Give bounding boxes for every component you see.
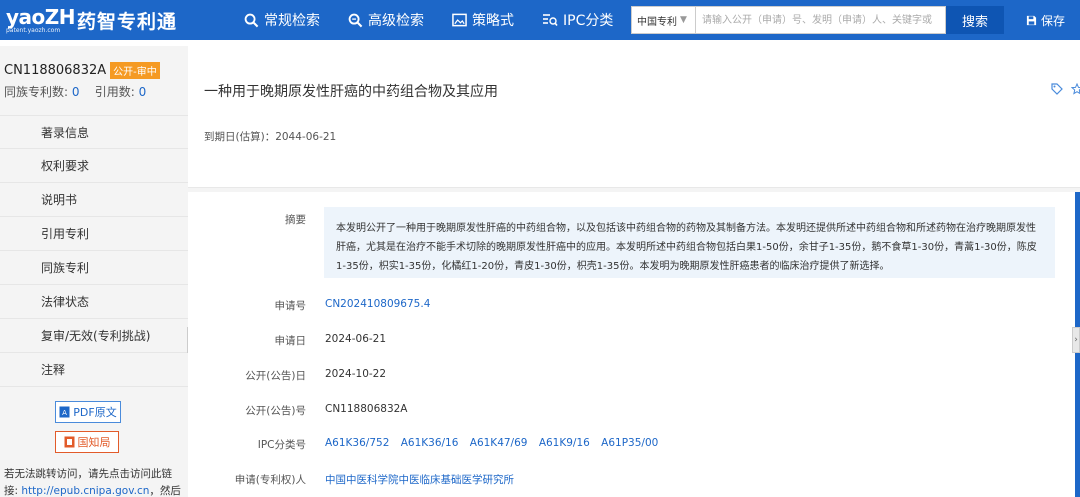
sidebar-item-legal-status[interactable]: 法律状态 <box>0 285 188 319</box>
save-button[interactable]: 保存 <box>1026 12 1065 29</box>
nav-label: IPC分类 <box>563 13 614 29</box>
nav-advanced-search[interactable]: 高级检索 <box>348 10 424 30</box>
patent-counts: 同族专利数: 0 引用数: 0 <box>4 85 147 99</box>
main-nav: 常规检索 高级检索 策略式 IPC分类 <box>244 0 641 40</box>
access-note: 若无法跳转访问，请先点击访问此链 接: http://epub.cnipa.go… <box>4 468 181 497</box>
logo-url: patent.yaozh.com <box>6 26 61 34</box>
page-title: 一种用于晚期原发性肝癌的中药组合物及其应用 <box>204 84 498 100</box>
search-input[interactable] <box>696 6 946 34</box>
top-navigation-bar: yaoZH patent.yaozh.com 药智专利通 常规检索 高级检索 策… <box>0 0 1080 40</box>
list-search-icon <box>543 14 558 26</box>
expiry-date: 到期日(估算)：2044-06-21 <box>204 131 337 143</box>
cnipa-button[interactable]: 国知局 <box>55 431 119 453</box>
nav-label: 高级检索 <box>368 13 424 29</box>
site-logo[interactable]: yaoZH patent.yaozh.com 药智专利通 <box>0 0 200 40</box>
bibliographic-detail: 摘要 本发明公开了一种用于晚期原发性肝癌的中药组合物，以及包括该中药组合物的药物… <box>188 192 1074 497</box>
ipc-link[interactable]: A61P35/00 <box>601 437 658 449</box>
family-count[interactable]: 0 <box>72 85 80 99</box>
field-ipc: IPC分类号 A61K36/752 A61K36/16 A61K47/69 A6… <box>188 437 1074 457</box>
header-actions <box>1043 82 1080 98</box>
nav-label: 常规检索 <box>264 13 320 29</box>
sidebar: CN118806832A 公开-审中 同族专利数: 0 引用数: 0 著录信息 … <box>0 46 188 497</box>
ipc-link[interactable]: A61K47/69 <box>470 437 528 449</box>
nav-ipc-classification[interactable]: IPC分类 <box>542 10 613 30</box>
field-application-date: 申请日 2024-06-21 <box>274 333 387 347</box>
pdf-original-button[interactable]: A PDF原文 <box>55 401 121 423</box>
field-application-number: 申请号 CN202410809675.4 <box>274 298 431 312</box>
nav-strategy[interactable]: 策略式 <box>452 10 514 30</box>
ipc-list: A61K36/752 A61K36/16 A61K47/69 A61K9/16 … <box>325 437 666 449</box>
right-panel-handle[interactable]: › <box>1072 327 1080 353</box>
cite-count[interactable]: 0 <box>139 85 147 99</box>
sidebar-item-bibliographic[interactable]: 著录信息 <box>0 115 188 149</box>
search-plus-icon <box>348 13 363 27</box>
cnipa-icon <box>64 436 74 448</box>
pdf-icon: A <box>59 406 70 418</box>
patent-number-row: CN118806832A 公开-审中 <box>4 62 160 79</box>
chevron-right-icon: › <box>1074 335 1078 345</box>
cnipa-link[interactable]: http://epub.cnipa.gov.cn <box>21 485 149 497</box>
nav-label: 策略式 <box>472 13 514 29</box>
field-applicant: 申请(专利权)人 中国中医科学院中医临床基础医学研究所 <box>234 472 514 487</box>
sidebar-item-citations[interactable]: 引用专利 <box>0 217 188 251</box>
application-number-link[interactable]: CN202410809675.4 <box>325 298 430 310</box>
patent-number: CN118806832A <box>4 63 107 78</box>
sidebar-item-reexamination[interactable]: 复审/无效(专利挑战) <box>0 319 188 353</box>
sidebar-item-claims[interactable]: 权利要求 <box>0 149 188 183</box>
search-box: 中国专利 ▼ 搜索 <box>631 6 1004 34</box>
ipc-link[interactable]: A61K9/16 <box>539 437 590 449</box>
logo-text-en: yaoZH <box>6 4 76 29</box>
svg-text:A: A <box>62 409 67 417</box>
field-publication-number: 公开(公告)号 CN118806832A <box>245 403 408 417</box>
caret-down-icon: ▼ <box>680 15 687 25</box>
save-icon <box>1026 15 1037 26</box>
sidebar-menu: 著录信息 权利要求 说明书 引用专利 同族专利 法律状态 复审/无效(专利挑战)… <box>0 115 188 387</box>
patent-header: 一种用于晚期原发性肝癌的中药组合物及其应用 到期日(估算)：2044-06-21 <box>188 46 1080 188</box>
sidebar-item-family[interactable]: 同族专利 <box>0 251 188 285</box>
ipc-link[interactable]: A61K36/752 <box>325 437 389 449</box>
sidebar-item-description[interactable]: 说明书 <box>0 183 188 217</box>
tag-icon[interactable] <box>1051 83 1063 98</box>
sidebar-item-notes[interactable]: 注释 <box>0 353 188 387</box>
nav-general-search[interactable]: 常规检索 <box>244 10 320 30</box>
star-icon[interactable] <box>1070 82 1080 98</box>
search-button[interactable]: 搜索 <box>946 6 1004 34</box>
field-publication-date: 公开(公告)日 2024-10-22 <box>245 368 387 382</box>
abstract-label: 摘要 <box>285 214 306 226</box>
search-icon <box>244 13 259 27</box>
status-badge: 公开-审中 <box>110 62 160 79</box>
abstract-text: 本发明公开了一种用于晚期原发性肝癌的中药组合物，以及包括该中药组合物的药物及其制… <box>324 207 1055 278</box>
ipc-link[interactable]: A61K36/16 <box>401 437 459 449</box>
image-icon <box>452 13 467 27</box>
logo-text-cn: 药智专利通 <box>77 10 178 33</box>
search-scope-select[interactable]: 中国专利 ▼ <box>631 6 696 34</box>
applicant-link[interactable]: 中国中医科学院中医临床基础医学研究所 <box>325 472 514 487</box>
